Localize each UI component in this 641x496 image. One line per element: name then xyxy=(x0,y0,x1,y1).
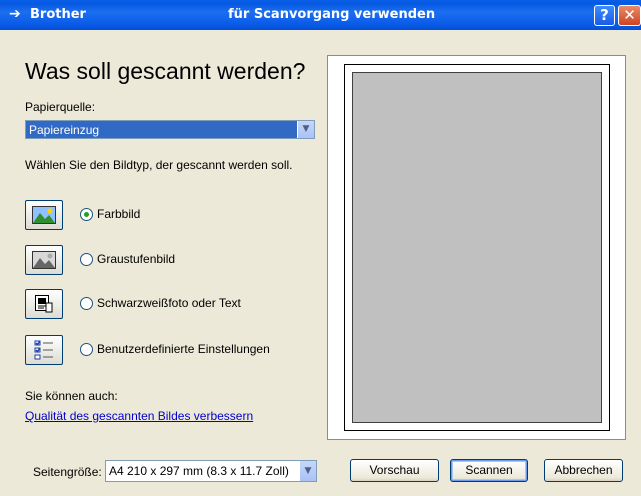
improve-quality-link[interactable]: Qualität des gescannten Bildes verbesser… xyxy=(25,409,253,423)
radio-color[interactable] xyxy=(80,208,93,221)
preview-page xyxy=(352,72,602,423)
grayscale-picture-icon[interactable] xyxy=(25,245,63,275)
radio-grayscale[interactable] xyxy=(80,253,93,266)
paper-source-select[interactable]: Papiereinzug ▼ xyxy=(25,120,315,139)
window-title: für Scanvorgang verwenden xyxy=(228,7,436,22)
paper-source-value: Papiereinzug xyxy=(29,123,100,137)
scan-button[interactable]: Scannen xyxy=(450,459,528,482)
preview-button[interactable]: Vorschau xyxy=(350,459,439,482)
custom-settings-icon[interactable] xyxy=(25,335,63,365)
option-label: Farbbild xyxy=(97,207,141,221)
page-title: Was soll gescannt werden? xyxy=(25,58,306,84)
close-button[interactable]: ✕ xyxy=(618,5,641,26)
color-picture-icon[interactable] xyxy=(25,200,63,230)
page-size-label: Seitengröße: xyxy=(33,465,102,479)
page-size-select[interactable]: A4 210 x 297 mm (8.3 x 11.7 Zoll) ▼ xyxy=(105,460,317,482)
image-type-option-custom[interactable]: Benutzerdefinierte Einstellungen xyxy=(25,335,325,365)
option-label: Schwarzweißfoto oder Text xyxy=(97,296,241,310)
also-label: Sie können auch: xyxy=(25,389,118,403)
chevron-down-icon[interactable]: ▼ xyxy=(297,121,314,138)
option-label: Graustufenbild xyxy=(97,252,176,266)
page-size-value: A4 210 x 297 mm (8.3 x 11.7 Zoll) xyxy=(109,464,289,478)
help-button[interactable]: ? xyxy=(594,5,615,26)
title-bar[interactable]: ➔ Brother für Scanvorgang verwenden ? ✕ xyxy=(0,0,641,30)
scanner-arrow-icon: ➔ xyxy=(9,6,21,22)
option-label: Benutzerdefinierte Einstellungen xyxy=(97,342,270,356)
image-type-option-bw[interactable]: Schwarzweißfoto oder Text xyxy=(25,289,325,319)
preview-area[interactable] xyxy=(327,55,626,440)
radio-custom[interactable] xyxy=(80,343,93,356)
radio-bw[interactable] xyxy=(80,297,93,310)
preview-frame xyxy=(344,64,610,431)
image-type-option-color[interactable]: Farbbild xyxy=(25,200,325,230)
image-type-prompt: Wählen Sie den Bildtyp, der gescannt wer… xyxy=(25,158,293,172)
chevron-down-icon[interactable]: ▼ xyxy=(299,461,316,481)
paper-source-label: Papierquelle: xyxy=(25,100,96,114)
image-type-option-grayscale[interactable]: Graustufenbild xyxy=(25,245,325,275)
cancel-button[interactable]: Abbrechen xyxy=(544,459,623,482)
bw-text-icon[interactable] xyxy=(25,289,63,319)
app-name: Brother xyxy=(30,7,86,22)
